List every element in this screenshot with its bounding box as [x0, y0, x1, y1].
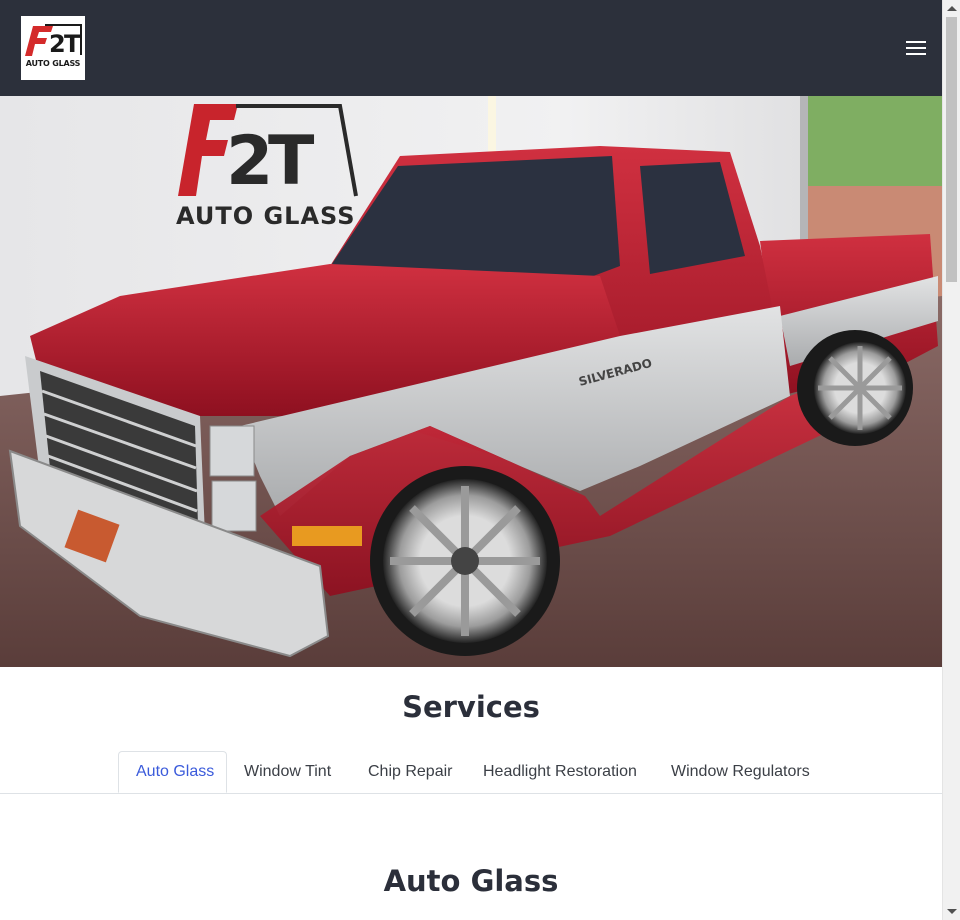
hero-truck-illustration: 2 T AUTO GLASS SILVERADO — [0, 96, 942, 667]
svg-text:T: T — [64, 30, 81, 58]
logo-mark-icon: 2 T — [25, 24, 82, 58]
tab-headlight-restoration[interactable]: Headlight Restoration — [466, 751, 654, 792]
svg-text:T: T — [268, 122, 315, 201]
hero-image: 2 T AUTO GLASS SILVERADO — [0, 96, 942, 667]
logo-text: AUTO GLASS — [25, 59, 81, 68]
wall-logo-text: AUTO GLASS — [176, 202, 356, 230]
page: 2 T AUTO GLASS 2 T AUTO GLASS SILVERADO … — [0, 0, 942, 920]
scrollbar-thumb[interactable] — [946, 17, 957, 282]
hamburger-menu-icon[interactable] — [906, 38, 926, 56]
scroll-down-icon[interactable] — [947, 909, 957, 914]
scroll-up-icon[interactable] — [947, 6, 957, 11]
navbar: 2 T AUTO GLASS — [0, 0, 942, 96]
active-section-heading: Auto Glass — [383, 864, 559, 898]
services-tabs: Auto Glass Window Tint Chip Repair Headl… — [0, 751, 942, 794]
tab-auto-glass[interactable]: Auto Glass — [118, 751, 227, 793]
services-heading: Services — [402, 690, 540, 724]
tab-chip-repair[interactable]: Chip Repair — [351, 751, 466, 792]
vertical-scrollbar[interactable] — [942, 0, 960, 920]
tab-window-regulators[interactable]: Window Regulators — [654, 751, 826, 792]
tab-window-tint[interactable]: Window Tint — [227, 751, 351, 792]
brand-logo[interactable]: 2 T AUTO GLASS — [21, 16, 85, 80]
svg-text:2: 2 — [226, 122, 273, 201]
